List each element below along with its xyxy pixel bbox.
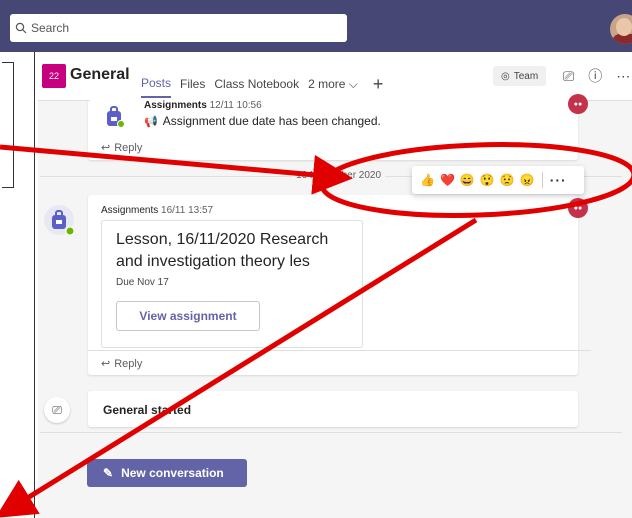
message-text: 📢 Assignment due date has been changed. — [144, 114, 381, 128]
notification-badge: ●● — [568, 198, 588, 218]
more-options-icon[interactable]: ⋯ — [616, 68, 630, 85]
reply-link[interactable]: ↩ Reply — [101, 141, 143, 155]
info-icon[interactable]: ⓘ — [588, 66, 602, 86]
team-button[interactable]: ◎ Team — [493, 66, 547, 86]
left-panel-frame — [2, 62, 14, 188]
message-body: Assignment due date has been changed. — [162, 114, 381, 128]
channel-name: General — [70, 66, 130, 83]
left-panel — [0, 52, 38, 518]
reaction-bar: 👍 ❤️ 😄 😲 😟 😠 ··· — [412, 166, 584, 194]
new-conversation-label: New conversation — [121, 466, 224, 480]
laugh-reaction[interactable]: 😄 — [460, 173, 475, 187]
meeting-label: General started — [103, 403, 192, 417]
meeting-card[interactable]: General started — [88, 391, 578, 427]
header-actions: ⎚ ⓘ ⋯ — [563, 66, 630, 86]
view-assignment-button[interactable]: View assignment — [116, 301, 260, 331]
message-meta: Assignments 12/11 10:56 — [144, 100, 262, 111]
angry-reaction[interactable]: 😠 — [520, 173, 535, 187]
new-conversation-button[interactable]: ✎ New conversation — [87, 459, 247, 487]
message-meta: Assignments 16/11 13:57 — [101, 205, 213, 216]
tab-files[interactable]: Files — [180, 77, 205, 91]
channel-tabs: Posts Files Class Notebook 2 more ⌵ + — [141, 70, 383, 98]
reply-icon: ↩ — [101, 358, 111, 370]
search-placeholder: Search — [31, 21, 70, 35]
team-button-label: Team — [513, 70, 539, 82]
assignments-bag-icon — [107, 106, 124, 128]
eye-icon: ◎ — [501, 70, 510, 82]
top-bar: Search — [0, 0, 632, 52]
sender-name: Assignments — [144, 100, 207, 111]
reply-icon: ↩ — [101, 142, 111, 154]
date-divider: 16 November 2020 — [292, 170, 386, 181]
message-time: 16/11 13:57 — [161, 205, 214, 216]
add-tab-icon[interactable]: + — [373, 75, 384, 93]
like-reaction[interactable]: 👍 — [420, 173, 435, 187]
assignment-title: Lesson, 16/11/2020 Research and investig… — [116, 231, 329, 270]
assignment-card: Lesson, 16/11/2020 Research and investig… — [101, 220, 363, 348]
sender-name: Assignments — [101, 205, 159, 216]
message-card: Assignments 12/11 10:56 📢 Assignment due… — [88, 100, 578, 160]
tab-class-notebook[interactable]: Class Notebook — [214, 77, 299, 91]
chevron-down-icon: ⌵ — [348, 76, 358, 91]
reply-label: Reply — [114, 141, 143, 154]
reply-link[interactable]: ↩ Reply — [101, 357, 143, 371]
meet-icon[interactable]: ⎚ — [563, 68, 574, 85]
search-box[interactable]: Search — [10, 14, 347, 42]
notification-badge: ●● — [568, 94, 588, 114]
reply-bar[interactable]: ↩ Reply — [88, 350, 591, 376]
surprised-reaction[interactable]: 😲 — [480, 173, 495, 187]
team-tile[interactable]: 22 — [42, 64, 66, 88]
meeting-icon: ⎚ — [44, 397, 70, 423]
profile-avatar[interactable] — [610, 14, 632, 44]
assignment-due: Due Nov 17 — [116, 277, 169, 288]
search-icon — [15, 22, 27, 34]
compose-icon: ✎ — [103, 466, 114, 480]
section-divider — [40, 432, 622, 433]
heart-reaction[interactable]: ❤️ — [440, 173, 455, 187]
message-time: 12/11 10:56 — [209, 100, 262, 111]
sad-reaction[interactable]: 😟 — [500, 173, 515, 187]
assignment-message-card: Assignments 16/11 13:57 Lesson, 16/11/20… — [88, 195, 591, 375]
megaphone-icon: 📢 — [144, 115, 158, 128]
reaction-separator — [541, 172, 543, 188]
assignments-avatar-icon — [44, 205, 74, 235]
reply-label: Reply — [114, 357, 143, 370]
tab-posts[interactable]: Posts — [141, 76, 172, 98]
tab-more[interactable]: 2 more ⌵ — [308, 77, 358, 92]
more-options-icon[interactable]: ··· — [550, 172, 567, 188]
channel-header: 22 General Posts Files Class Notebook 2 … — [38, 52, 632, 101]
left-panel-border — [34, 52, 35, 518]
